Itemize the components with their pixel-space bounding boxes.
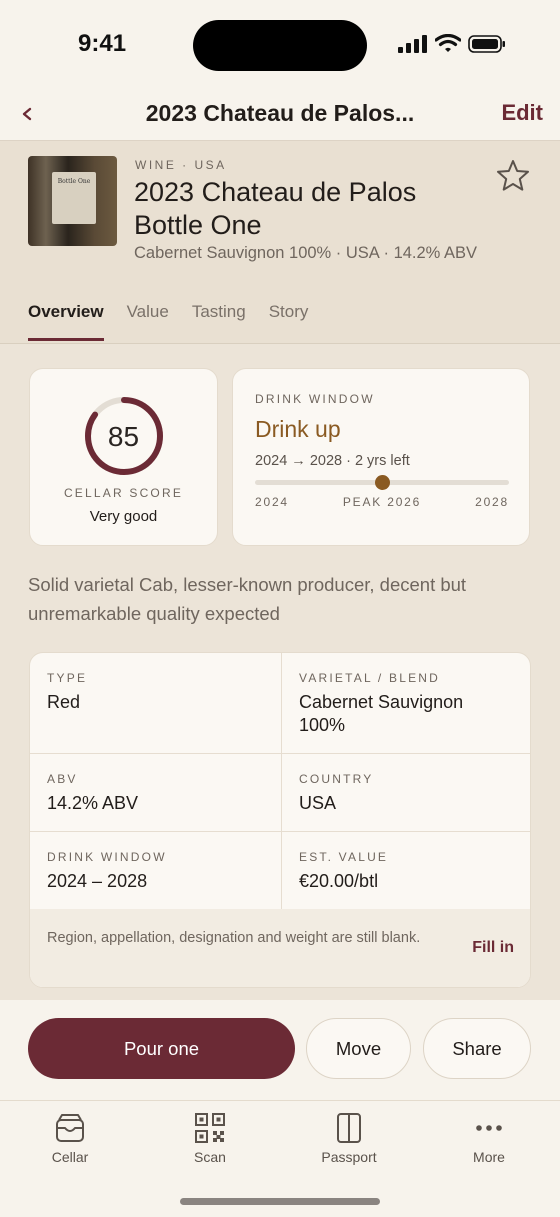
detail-abv-value: 14.2% ABV (47, 793, 139, 813)
score-description: Very good (89, 508, 158, 525)
cellar-score-card: 85 CELLAR SCORE Very good (29, 368, 218, 546)
cellar-icon (56, 1114, 84, 1142)
tick-peak: PEAK 2026 (342, 495, 422, 509)
detail-est-value-value: €20.00/btl (299, 871, 379, 891)
wine-title: 2023 Chateau de Palos Bottle One (134, 176, 464, 242)
tick-end: 2028 (475, 495, 509, 509)
page-title: 2023 Chateau de Palos... (145, 100, 415, 126)
divider (281, 653, 282, 909)
dynamic-island (193, 20, 367, 71)
wine-subtitle: Cabernet Sauvignon 100% · USA · 14.2% AB… (134, 244, 478, 262)
detail-est-value: EST. VALUE €20.00/btl (282, 832, 509, 893)
detail-type-value: Red (47, 692, 81, 712)
wine-header: Bottle One WINE · USA 2023 Chateau de Pa… (0, 141, 560, 344)
tabbar-scan-label: Scan (194, 1149, 226, 1165)
detail-drink-window: DRINK WINDOW 2024 – 2028 (30, 832, 257, 893)
battery-icon (468, 35, 505, 53)
drink-window-card: DRINK WINDOW Drink up 2024 → 2028 · 2 yr… (232, 368, 530, 546)
wine-kicker: WINE · USA (135, 158, 227, 172)
wine-title-line1: 2023 Chateau de Palos (134, 177, 417, 207)
status-time: 9:41 (78, 30, 127, 57)
missing-fields-note: Region, appellation, designation and wei… (47, 930, 421, 946)
detail-abv: ABV 14.2% ABV (30, 754, 257, 815)
status-icons (398, 34, 506, 53)
share-button[interactable]: Share (423, 1018, 531, 1079)
action-bar: Pour one Move Share (0, 1000, 560, 1100)
bottle-photo: Bottle One (28, 156, 117, 246)
tabbar-scan[interactable]: Scan (165, 1111, 255, 1165)
drink-window-track (255, 475, 509, 490)
more-icon (476, 1125, 502, 1131)
detail-drink-window-label: DRINK WINDOW (47, 850, 167, 864)
tabbar-cellar[interactable]: Cellar (25, 1111, 115, 1165)
home-indicator (180, 1198, 380, 1205)
tab-story[interactable]: Story (269, 302, 309, 341)
detail-est-value-label: EST. VALUE (299, 850, 389, 864)
tab-value[interactable]: Value (127, 302, 169, 341)
detail-type: TYPE Red (30, 653, 257, 714)
detail-abv-label: ABV (47, 772, 78, 786)
score-value: 85 (107, 421, 140, 452)
detail-drink-window-value: 2024 – 2028 (47, 871, 148, 891)
fill-in-button[interactable]: Fill in (472, 939, 514, 957)
bottle-label: Bottle One (52, 172, 96, 224)
detail-varietal: VARIETAL / BLEND Cabernet Sauvignon 100% (282, 653, 509, 737)
tabs: Overview Value Tasting Story (28, 302, 308, 341)
drink-window-label: DRINK WINDOW (255, 392, 375, 406)
tabbar-passport[interactable]: Passport (304, 1111, 394, 1165)
details-card: TYPE Red VARIETAL / BLEND Cabernet Sauvi… (29, 652, 531, 988)
tabbar-cellar-label: Cellar (51, 1149, 89, 1165)
detail-type-label: TYPE (47, 671, 88, 685)
wine-title-line2: Bottle One (134, 210, 262, 240)
tabbar-passport-label: Passport (321, 1149, 377, 1165)
detail-varietal-label: VARIETAL / BLEND (299, 671, 441, 685)
drink-window-status: Drink up (255, 416, 341, 442)
star-icon[interactable] (495, 158, 531, 194)
detail-country-label: COUNTRY (299, 772, 374, 786)
drink-window-range: 2024 → 2028 · 2 yrs left (255, 453, 410, 469)
wifi-icon (435, 34, 461, 52)
detail-country: COUNTRY USA (282, 754, 509, 815)
passport-icon (337, 1113, 361, 1143)
detail-varietal-value: Cabernet Sauvignon 100% (299, 692, 464, 735)
score-label: CELLAR SCORE (63, 486, 184, 500)
pour-one-button[interactable]: Pour one (28, 1018, 295, 1079)
tabbar-more-label: More (473, 1149, 505, 1165)
drink-window-ticks: 2024 PEAK 2026 2028 (255, 495, 509, 509)
detail-country-value: USA (299, 793, 337, 813)
peak-marker (375, 475, 390, 490)
nav-bar: 2023 Chateau de Palos... Edit (0, 92, 560, 141)
signal-icon (398, 35, 427, 53)
status-bar: 9:41 (0, 0, 560, 92)
tab-tasting[interactable]: Tasting (192, 302, 246, 341)
qr-code-icon (195, 1113, 225, 1143)
move-button[interactable]: Move (306, 1018, 411, 1079)
edit-button[interactable]: Edit (501, 100, 543, 126)
missing-fields-row: Region, appellation, designation and wei… (30, 909, 530, 987)
wine-summary: Solid varietal Cab, lesser-known produce… (28, 574, 467, 624)
tick-start: 2024 (255, 495, 289, 509)
tab-overview[interactable]: Overview (28, 302, 104, 341)
tabbar-more[interactable]: More (444, 1111, 534, 1165)
